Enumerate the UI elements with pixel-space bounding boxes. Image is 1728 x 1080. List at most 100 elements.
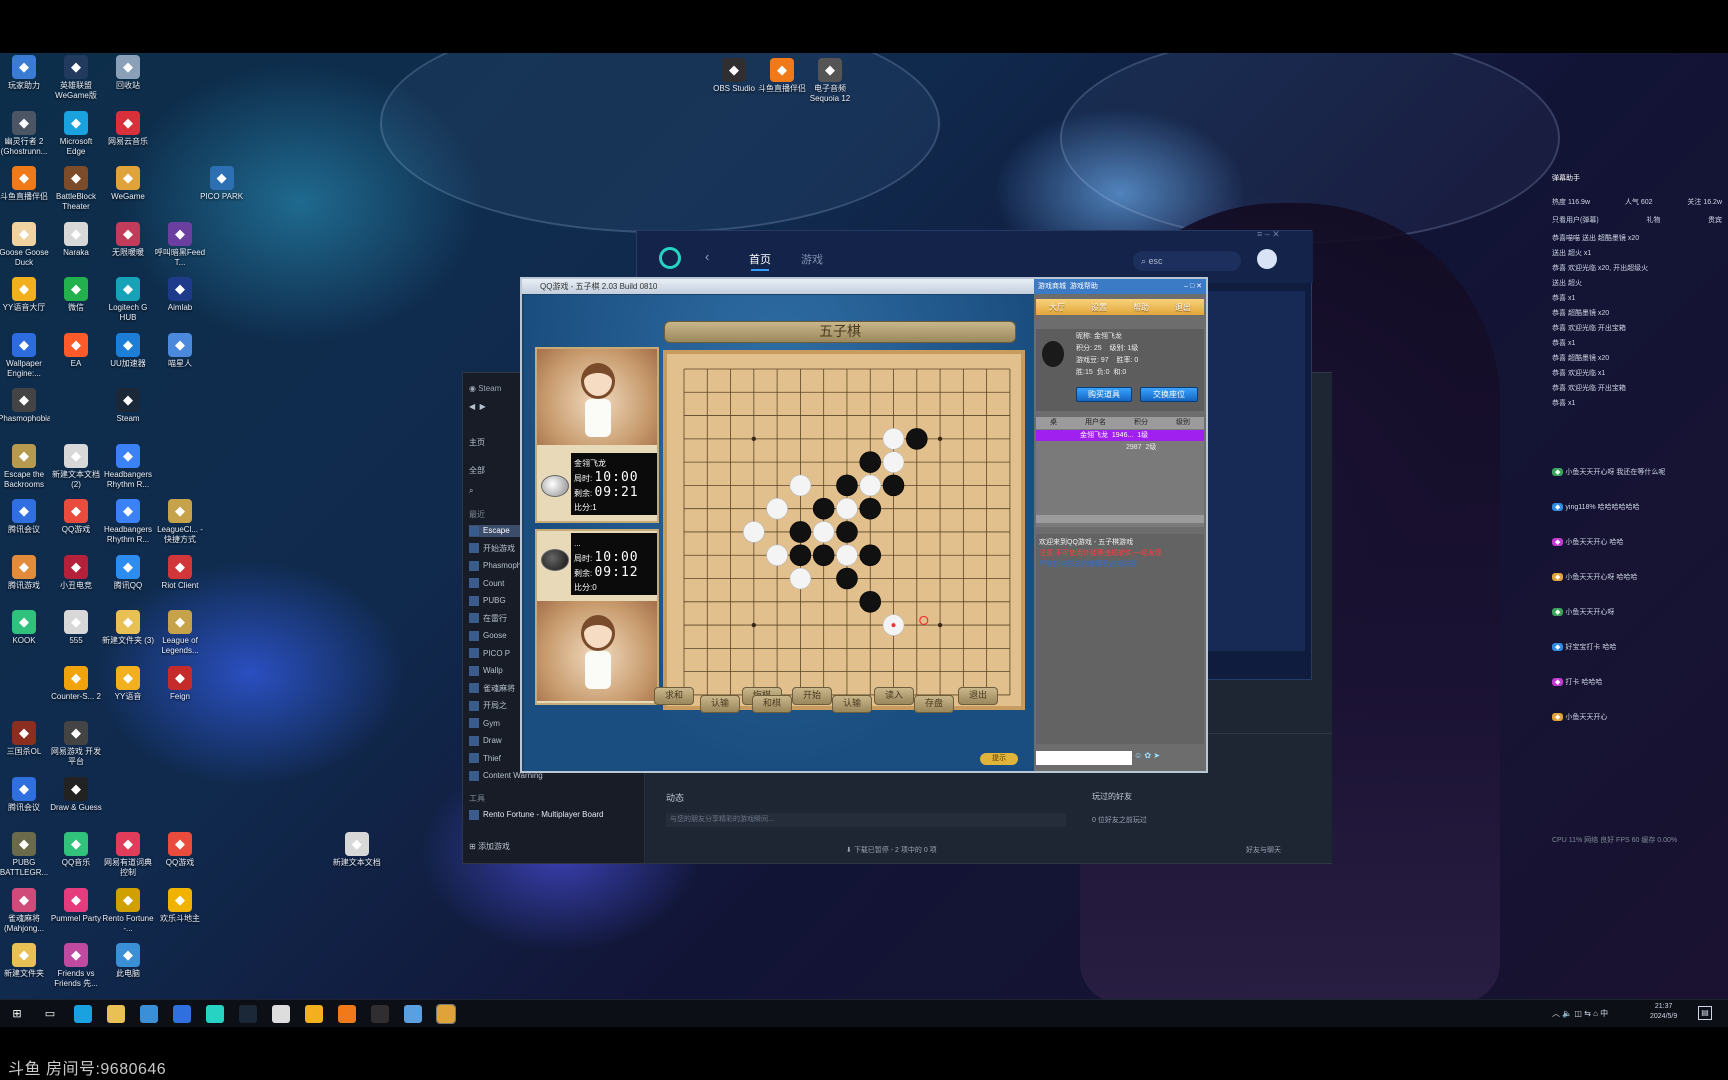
wegame-icon[interactable] <box>206 1005 224 1023</box>
window-controls[interactable]: – □ ✕ <box>1184 279 1202 294</box>
desktop-icon[interactable]: ◆ Steam <box>102 388 154 434</box>
desktop-icon[interactable]: ◆ BattleBlock Theater <box>50 166 102 212</box>
desktop-icon[interactable]: ◆ Friends vs Friends 先... <box>50 943 102 989</box>
board-grid[interactable] <box>679 364 1015 700</box>
shop-link[interactable]: 游戏商城 <box>1038 283 1066 290</box>
help-link[interactable]: 游戏帮助 <box>1070 283 1098 290</box>
desktop-icon[interactable]: ◆ Rento Fortune -... <box>102 887 154 934</box>
wegame-search-input[interactable]: ⌕ esc <box>1133 251 1241 271</box>
col-level[interactable]: 级别 <box>1176 417 1190 429</box>
avatar[interactable] <box>1257 249 1277 269</box>
desktop-icon[interactable]: ◆ 幽灵行者 2 (Ghostrunn... <box>0 110 50 157</box>
yy-icon[interactable] <box>305 1005 323 1023</box>
chat-tools[interactable]: ☺ ✿ ➤ <box>1134 751 1160 760</box>
col-username[interactable]: 用户名 <box>1085 417 1106 429</box>
tab-exit[interactable]: 退出 <box>1175 302 1191 313</box>
tray-icons[interactable]: ︿ 🔈 ◫ ⇆ ⌂ 中 <box>1552 1008 1608 1019</box>
col-points[interactable]: 积分 <box>1134 417 1148 429</box>
game-action-button[interactable]: 存盘 <box>914 695 954 713</box>
gomoku-board[interactable] <box>663 350 1025 710</box>
game-action-button[interactable]: 读入 <box>874 687 914 705</box>
tab-games[interactable]: 游戏 <box>801 251 823 267</box>
desktop-icon[interactable]: ◆ QQ游戏 <box>154 832 206 878</box>
desktop-icon[interactable]: ◆ YY语音 <box>102 665 154 712</box>
desktop-icon[interactable]: ◆ QQ游戏 <box>50 499 102 545</box>
desktop-icon[interactable]: ◆ Wallpaper Engine:... <box>0 332 50 379</box>
notification-icon[interactable]: ▤ <box>1698 1006 1712 1020</box>
desktop-icon[interactable]: ◆ 腾讯QQ <box>102 554 154 601</box>
desktop-icon[interactable]: ◆ 回收站 <box>102 55 154 101</box>
desktop-icon[interactable]: ◆ 微信 <box>50 277 102 323</box>
file-explorer-icon[interactable] <box>107 1005 125 1023</box>
filter-vip[interactable]: 贵宾 <box>1708 215 1722 225</box>
douyu-icon[interactable] <box>338 1005 356 1023</box>
desktop-icon[interactable]: ◆ League of Legends... <box>154 610 206 656</box>
desktop-icon[interactable]: ◆ 新建文件夹 <box>0 943 50 989</box>
col-table[interactable]: 桌 <box>1050 417 1057 429</box>
obs-icon[interactable] <box>371 1005 389 1023</box>
forward-arrow-icon[interactable]: ▶ <box>480 402 486 411</box>
game-action-button[interactable]: 认输 <box>832 695 872 713</box>
desktop-icon[interactable]: ◆ 欢乐斗地主 <box>154 887 206 934</box>
desktop-icon[interactable]: ◆ KOOK <box>0 610 50 656</box>
desktop-icon[interactable]: ◆ 三国杀OL <box>0 721 50 767</box>
buy-item-button[interactable]: 购买道具 <box>1076 387 1132 402</box>
notepad-icon[interactable] <box>272 1005 290 1023</box>
desktop-icon[interactable]: ◆ 呼叫暗黑Feed T... <box>154 221 206 268</box>
desktop-icon[interactable]: ◆ Riot Client <box>154 554 206 601</box>
desktop-icon[interactable]: ◆ 网易游戏 开发平台 <box>50 721 102 767</box>
desktop-icon[interactable]: ◆ EA <box>50 332 102 379</box>
desktop-icon[interactable]: ◆ Phasmophobia <box>0 388 50 434</box>
desktop-icon[interactable]: ◆ OBS Studio <box>708 58 760 104</box>
desktop-icon[interactable]: ◆ Headbangers Rhythm R... <box>102 499 154 545</box>
horizontal-scrollbar[interactable] <box>1036 515 1204 523</box>
window-controls[interactable]: ≡ – ✕ <box>1257 229 1280 240</box>
desktop-icon[interactable]: ◆ Naraka <box>50 221 102 268</box>
desktop-icon[interactable]: ◆ 小丑电竞 <box>50 554 102 601</box>
desktop-icon[interactable]: ◆ 新建文本文档 (2) <box>50 443 102 490</box>
desktop-icon[interactable]: ◆ 腾讯会议 <box>0 776 50 823</box>
desktop-icon[interactable]: ◆ 英雄联盟WeGame版 <box>50 55 102 101</box>
desktop-icon[interactable]: ◆ 腾讯会议 <box>0 499 50 545</box>
desktop-icon[interactable]: ◆ 新建文本文档 <box>331 832 383 878</box>
desktop-icon[interactable]: ◆ Counter-S... 2 <box>50 665 102 712</box>
game-action-button[interactable]: 求和 <box>654 687 694 705</box>
tab-hall[interactable]: 大厅 <box>1049 302 1065 313</box>
desktop-icon[interactable]: ◆ 网易有道词典控制 <box>102 832 154 878</box>
desktop-icon[interactable]: ◆ YY语音大厅 <box>0 277 50 323</box>
desktop-icon[interactable]: ◆ 斗鱼直播伴侣 <box>0 166 50 212</box>
desktop-icon[interactable]: ◆ 玩家助力 <box>0 55 50 101</box>
table-row[interactable]: 2987 2级 <box>1036 442 1204 453</box>
desktop-icon[interactable]: ◆ UU加速器 <box>102 332 154 379</box>
desktop-icon[interactable]: ◆ Escape the Backrooms <box>0 443 50 490</box>
wegame-logo-icon[interactable] <box>659 247 681 269</box>
game-action-button[interactable]: 退出 <box>958 687 998 705</box>
game-action-button[interactable]: 和棋 <box>752 695 792 713</box>
desktop-icon[interactable]: ◆ Microsoft Edge <box>50 110 102 157</box>
game-action-button[interactable]: 认输 <box>700 695 740 713</box>
windows-start-icon[interactable]: ⊞ <box>8 1005 26 1023</box>
desktop-icon[interactable]: ◆ Headbangers Rhythm R... <box>102 443 154 490</box>
desktop-icon[interactable]: ◆ 腾讯游戏 <box>0 554 50 601</box>
desktop-icon[interactable]: ◆ Feign <box>154 665 206 712</box>
store-icon[interactable] <box>140 1005 158 1023</box>
add-game-button[interactable]: ⊞ 添加游戏 <box>469 841 639 853</box>
mail-icon[interactable] <box>173 1005 191 1023</box>
desktop-icon[interactable]: ◆ Logitech G HUB <box>102 277 154 323</box>
desktop-icon[interactable]: ◆ PICO PARK <box>196 166 248 212</box>
hint-badge[interactable]: 提示 <box>980 753 1018 765</box>
desktop-icon[interactable]: ◆ 新建文件夹 (3) <box>102 610 154 656</box>
desktop-icon[interactable]: ◆ 网易云音乐 <box>102 110 154 157</box>
input-language[interactable]: 中 <box>1600 1009 1608 1018</box>
filter-user[interactable]: 只看用户(弹幕) <box>1552 215 1599 225</box>
desktop-icon[interactable]: ◆ Aimlab <box>154 277 206 323</box>
desktop-icon[interactable]: ◆ 无限暖暖 <box>102 221 154 268</box>
table-row[interactable]: 金翎飞龙 1946... 1级 <box>1036 430 1204 441</box>
desktop-icon[interactable]: ◆ 雀魂麻将 (Mahjong... <box>0 887 50 934</box>
desktop-icon[interactable]: ◆ Goose Goose Duck <box>0 221 50 268</box>
desktop-icon[interactable]: ◆ WeGame <box>102 166 154 212</box>
desktop-icon[interactable]: ◆ QQ音乐 <box>50 832 102 878</box>
back-arrow-icon[interactable]: ◀ <box>469 402 475 411</box>
tab-home[interactable]: 首页 <box>749 251 771 267</box>
edge-icon[interactable] <box>74 1005 92 1023</box>
